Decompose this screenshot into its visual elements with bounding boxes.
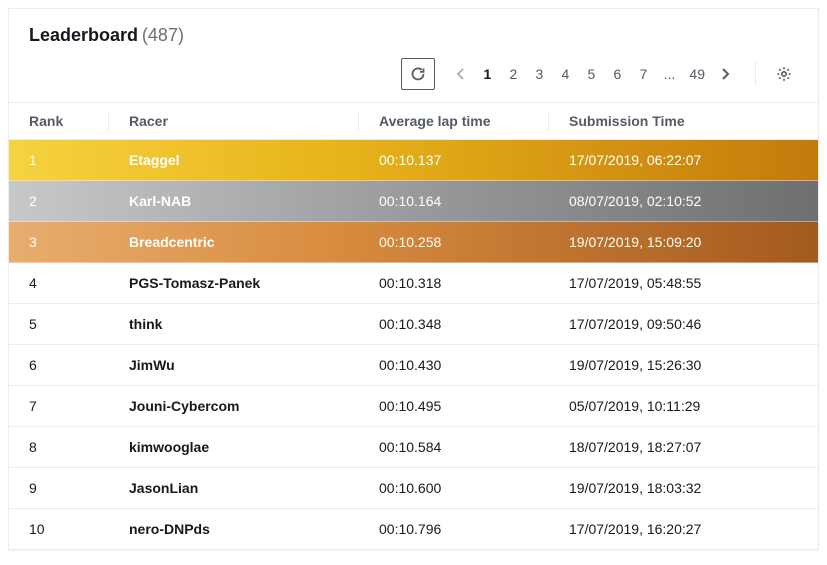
table-row[interactable]: 5think00:10.34817/07/2019, 09:50:46 bbox=[9, 304, 818, 345]
cell-rank: 9 bbox=[9, 468, 109, 509]
record-count: (487) bbox=[142, 25, 184, 45]
pagination: 1234567...49 bbox=[449, 60, 737, 88]
table-row[interactable]: 3Breadcentric00:10.25819/07/2019, 15:09:… bbox=[9, 222, 818, 263]
cell-lap: 00:10.495 bbox=[359, 386, 549, 427]
cell-rank: 8 bbox=[9, 427, 109, 468]
table-row[interactable]: 4PGS-Tomasz-Panek00:10.31817/07/2019, 05… bbox=[9, 263, 818, 304]
cell-rank: 5 bbox=[9, 304, 109, 345]
col-header-racer[interactable]: Racer bbox=[109, 103, 359, 140]
cell-racer: kimwooglae bbox=[109, 427, 359, 468]
toolbar: 1234567...49 bbox=[9, 54, 818, 102]
cell-racer: JimWu bbox=[109, 345, 359, 386]
cell-rank: 10 bbox=[9, 509, 109, 550]
cell-lap: 00:10.348 bbox=[359, 304, 549, 345]
page-4[interactable]: 4 bbox=[553, 60, 577, 88]
cell-racer: Etaggel bbox=[109, 140, 359, 181]
table-row[interactable]: 1Etaggel00:10.13717/07/2019, 06:22:07 bbox=[9, 140, 818, 181]
cell-rank: 4 bbox=[9, 263, 109, 304]
page-2[interactable]: 2 bbox=[501, 60, 525, 88]
cell-submitted: 18/07/2019, 18:27:07 bbox=[549, 427, 818, 468]
cell-rank: 6 bbox=[9, 345, 109, 386]
leaderboard-table: Rank Racer Average lap time Submission T… bbox=[9, 102, 818, 549]
page-7[interactable]: 7 bbox=[631, 60, 655, 88]
table-row[interactable]: 8kimwooglae00:10.58418/07/2019, 18:27:07 bbox=[9, 427, 818, 468]
cell-lap: 00:10.318 bbox=[359, 263, 549, 304]
cell-racer: Jouni-Cybercom bbox=[109, 386, 359, 427]
table-header-row: Rank Racer Average lap time Submission T… bbox=[9, 103, 818, 140]
next-page-button[interactable] bbox=[713, 60, 737, 88]
table-row[interactable]: 7Jouni-Cybercom00:10.49505/07/2019, 10:1… bbox=[9, 386, 818, 427]
refresh-button[interactable] bbox=[401, 58, 435, 90]
cell-submitted: 05/07/2019, 10:11:29 bbox=[549, 386, 818, 427]
cell-racer: Karl-NAB bbox=[109, 181, 359, 222]
page-6[interactable]: 6 bbox=[605, 60, 629, 88]
page-1[interactable]: 1 bbox=[475, 60, 499, 88]
cell-submitted: 19/07/2019, 15:26:30 bbox=[549, 345, 818, 386]
table-row[interactable]: 6JimWu00:10.43019/07/2019, 15:26:30 bbox=[9, 345, 818, 386]
table-row[interactable]: 10nero-DNPds00:10.79617/07/2019, 16:20:2… bbox=[9, 509, 818, 550]
page-49[interactable]: 49 bbox=[683, 60, 711, 88]
page-3[interactable]: 3 bbox=[527, 60, 551, 88]
cell-lap: 00:10.600 bbox=[359, 468, 549, 509]
cell-lap: 00:10.430 bbox=[359, 345, 549, 386]
page-ellipsis: ... bbox=[657, 60, 681, 88]
table-body: 1Etaggel00:10.13717/07/2019, 06:22:072Ka… bbox=[9, 140, 818, 550]
cell-submitted: 17/07/2019, 16:20:27 bbox=[549, 509, 818, 550]
cell-lap: 00:10.584 bbox=[359, 427, 549, 468]
refresh-icon bbox=[410, 66, 426, 82]
cell-submitted: 19/07/2019, 18:03:32 bbox=[549, 468, 818, 509]
cell-submitted: 17/07/2019, 05:48:55 bbox=[549, 263, 818, 304]
cell-submitted: 17/07/2019, 06:22:07 bbox=[549, 140, 818, 181]
cell-rank: 2 bbox=[9, 181, 109, 222]
page-5[interactable]: 5 bbox=[579, 60, 603, 88]
col-header-submitted[interactable]: Submission Time bbox=[549, 103, 818, 140]
cell-submitted: 19/07/2019, 15:09:20 bbox=[549, 222, 818, 263]
chevron-left-icon bbox=[456, 67, 466, 81]
cell-lap: 00:10.137 bbox=[359, 140, 549, 181]
cell-rank: 1 bbox=[9, 140, 109, 181]
chevron-right-icon bbox=[720, 67, 730, 81]
prev-page-button[interactable] bbox=[449, 60, 473, 88]
cell-lap: 00:10.164 bbox=[359, 181, 549, 222]
gear-icon bbox=[776, 66, 792, 82]
col-header-rank[interactable]: Rank bbox=[9, 103, 109, 140]
table-row[interactable]: 9JasonLian00:10.60019/07/2019, 18:03:32 bbox=[9, 468, 818, 509]
cell-racer: JasonLian bbox=[109, 468, 359, 509]
cell-racer: Breadcentric bbox=[109, 222, 359, 263]
col-header-lap[interactable]: Average lap time bbox=[359, 103, 549, 140]
leaderboard-card: Leaderboard (487) 1234567...49 Ran bbox=[8, 8, 819, 550]
cell-submitted: 17/07/2019, 09:50:46 bbox=[549, 304, 818, 345]
settings-button[interactable] bbox=[770, 60, 798, 88]
cell-racer: PGS-Tomasz-Panek bbox=[109, 263, 359, 304]
card-header: Leaderboard (487) bbox=[9, 9, 818, 54]
cell-submitted: 08/07/2019, 02:10:52 bbox=[549, 181, 818, 222]
page-title: Leaderboard bbox=[29, 25, 138, 45]
cell-rank: 3 bbox=[9, 222, 109, 263]
cell-racer: think bbox=[109, 304, 359, 345]
cell-racer: nero-DNPds bbox=[109, 509, 359, 550]
cell-lap: 00:10.796 bbox=[359, 509, 549, 550]
table-row[interactable]: 2Karl-NAB00:10.16408/07/2019, 02:10:52 bbox=[9, 181, 818, 222]
cell-lap: 00:10.258 bbox=[359, 222, 549, 263]
cell-rank: 7 bbox=[9, 386, 109, 427]
toolbar-divider bbox=[755, 62, 756, 86]
